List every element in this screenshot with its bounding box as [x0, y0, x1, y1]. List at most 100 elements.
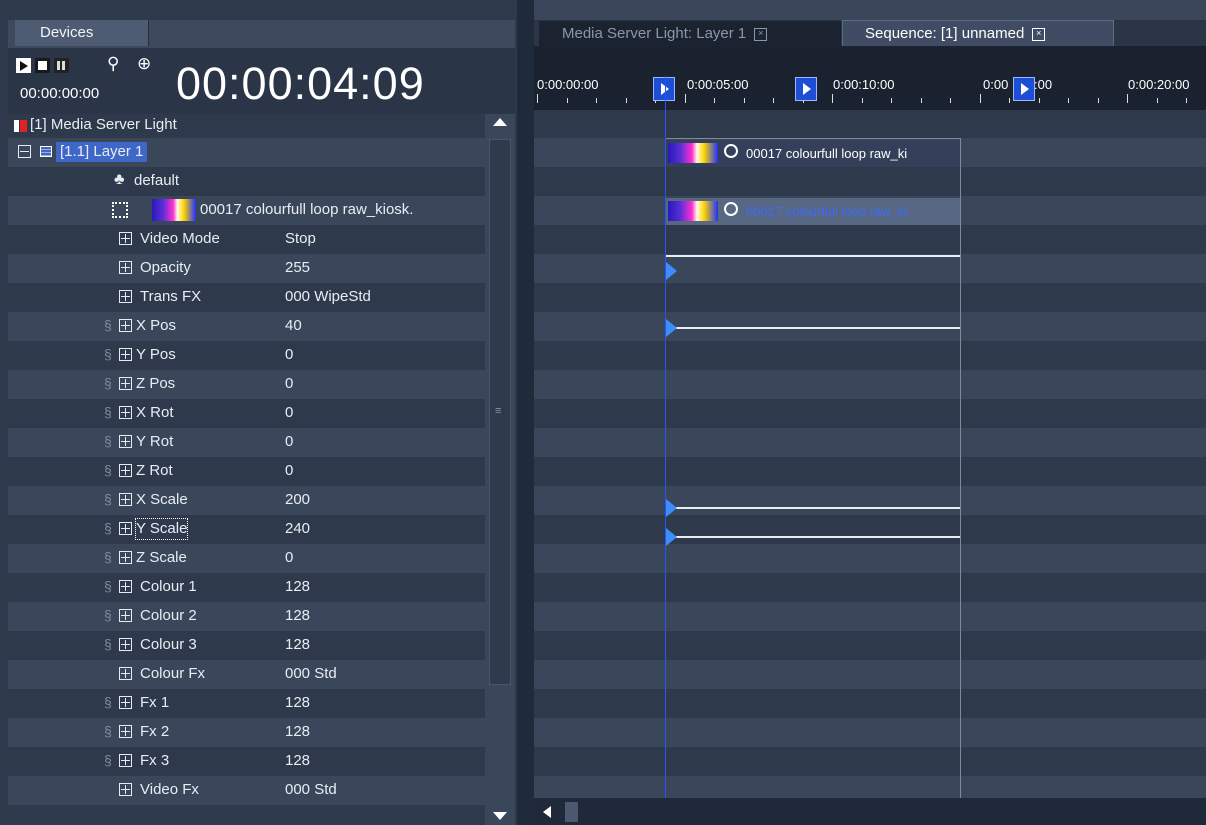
clip-track-layer[interactable]: 00017 colourfull loop raw_ki: [666, 140, 960, 167]
tree-row-y-pos[interactable]: § Y Pos 0: [8, 341, 485, 370]
property-value[interactable]: 0: [285, 403, 293, 423]
panel-splitter[interactable]: [517, 0, 534, 825]
timeline-track-row[interactable]: [534, 515, 1206, 544]
timeline-track-row[interactable]: [534, 486, 1206, 515]
property-value[interactable]: 128: [285, 722, 310, 742]
tree-row-colour-fx[interactable]: Colour Fx 000 Std: [8, 660, 485, 689]
timeline-track-row[interactable]: [534, 254, 1206, 283]
timeline-track-row[interactable]: [534, 428, 1206, 457]
tree-row-x-rot[interactable]: § X Rot 0: [8, 399, 485, 428]
property-value[interactable]: 0: [285, 548, 293, 568]
cue-marker[interactable]: [1013, 77, 1035, 101]
tree-row-colour-1[interactable]: § Colour 1 128: [8, 573, 485, 602]
expand-icon[interactable]: [119, 783, 132, 796]
close-icon[interactable]: ×: [754, 27, 768, 41]
expand-icon[interactable]: [119, 551, 132, 564]
expand-icon[interactable]: [119, 290, 132, 303]
timeline-track-row[interactable]: [534, 602, 1206, 631]
timeline-track-row[interactable]: [534, 341, 1206, 370]
expand-icon[interactable]: [119, 522, 132, 535]
tree-row-trans-fx[interactable]: Trans FX 000 WipeStd: [8, 283, 485, 312]
tree-row-video-fx[interactable]: Video Fx 000 Std: [8, 776, 485, 805]
close-icon[interactable]: ×: [1032, 27, 1046, 41]
timeline-track-row[interactable]: [534, 718, 1206, 747]
zoom-out-icon[interactable]: ⚲: [107, 55, 119, 72]
property-value[interactable]: 128: [285, 635, 310, 655]
property-value[interactable]: 128: [285, 577, 310, 597]
play-button[interactable]: [16, 58, 31, 73]
timeline-track-row[interactable]: [534, 167, 1206, 196]
expand-icon[interactable]: [119, 638, 132, 651]
scroll-down-icon[interactable]: [493, 812, 507, 820]
tree-row-x-pos[interactable]: § X Pos 40: [8, 312, 485, 341]
property-value[interactable]: 0: [285, 432, 293, 452]
expand-icon[interactable]: [119, 348, 132, 361]
expand-icon[interactable]: [119, 261, 132, 274]
expand-icon[interactable]: [119, 609, 132, 622]
tree-row-fx-1[interactable]: § Fx 1 128: [8, 689, 485, 718]
expand-icon[interactable]: [119, 725, 132, 738]
stop-button[interactable]: [35, 58, 50, 73]
keyframe-marker[interactable]: [666, 499, 677, 517]
timeline-track-row[interactable]: [534, 660, 1206, 689]
cue-marker[interactable]: [795, 77, 817, 101]
property-value[interactable]: 240: [285, 519, 310, 539]
tree-row-colour-3[interactable]: § Colour 3 128: [8, 631, 485, 660]
timeline-track-row[interactable]: [534, 225, 1206, 254]
timeline-track-row[interactable]: [534, 747, 1206, 776]
timeline-track-row[interactable]: [534, 544, 1206, 573]
tree-row-media-clip[interactable]: 00017 colourfull loop raw_kiosk.: [8, 196, 485, 225]
expand-icon[interactable]: [119, 464, 132, 477]
tree-row-colour-2[interactable]: § Colour 2 128: [8, 602, 485, 631]
property-value[interactable]: 128: [285, 693, 310, 713]
timeline-track-row[interactable]: [534, 110, 1206, 138]
property-value[interactable]: Stop: [285, 229, 316, 249]
tree-row-z-pos[interactable]: § Z Pos 0: [8, 370, 485, 399]
tree-row-z-scale[interactable]: § Z Scale 0: [8, 544, 485, 573]
expand-icon[interactable]: [119, 406, 132, 419]
expand-icon[interactable]: [119, 493, 132, 506]
expand-icon[interactable]: [119, 696, 132, 709]
timeline-scrollbar-thumb[interactable]: [565, 802, 578, 822]
keyframe-marker[interactable]: [666, 528, 677, 546]
tree-row-fx-2[interactable]: § Fx 2 128: [8, 718, 485, 747]
timeline-track-row[interactable]: [534, 399, 1206, 428]
pause-button[interactable]: [54, 58, 69, 73]
property-value[interactable]: 0: [285, 345, 293, 365]
keyframe-marker[interactable]: [666, 319, 677, 337]
property-value[interactable]: 000 Std: [285, 780, 337, 800]
tab-sequence[interactable]: Sequence: [1] unnamed ×: [842, 20, 1114, 47]
timeline-track-row[interactable]: [534, 631, 1206, 660]
tree-row-z-rot[interactable]: § Z Rot 0: [8, 457, 485, 486]
scroll-left-icon[interactable]: [543, 806, 551, 818]
zoom-in-icon[interactable]: ⊕: [137, 55, 151, 72]
timeline-track-row[interactable]: [534, 370, 1206, 399]
timeline-track-row[interactable]: [534, 573, 1206, 602]
property-value[interactable]: 128: [285, 606, 310, 626]
expand-icon[interactable]: [119, 667, 132, 680]
tree-row-video-mode[interactable]: Video Mode Stop: [8, 225, 485, 254]
tree-row-x-scale[interactable]: § X Scale 200: [8, 486, 485, 515]
expand-icon[interactable]: [119, 580, 132, 593]
timeline-track-row[interactable]: [534, 457, 1206, 486]
property-value[interactable]: 0: [285, 374, 293, 394]
tree-row-y-rot[interactable]: § Y Rot 0: [8, 428, 485, 457]
tree-row-default[interactable]: ♣ default: [8, 167, 485, 196]
timeline-track-row[interactable]: [534, 283, 1206, 312]
property-value[interactable]: 255: [285, 258, 310, 278]
property-value[interactable]: 000 WipeStd: [285, 287, 371, 307]
tree-row-y-scale[interactable]: § Y Scale 240: [8, 515, 485, 544]
device-row[interactable]: [1] Media Server Light: [8, 114, 485, 138]
property-value[interactable]: 0: [285, 461, 293, 481]
expand-icon[interactable]: [119, 754, 132, 767]
property-value[interactable]: 000 Std: [285, 664, 337, 684]
property-value[interactable]: 200: [285, 490, 310, 510]
tree-row-layer[interactable]: [1.1] Layer 1: [8, 138, 485, 167]
devices-tab[interactable]: Devices: [15, 20, 149, 46]
timeline-track-row[interactable]: [534, 689, 1206, 718]
expand-icon[interactable]: [119, 377, 132, 390]
tab-media-server-layer[interactable]: Media Server Light: Layer 1 ×: [539, 21, 841, 46]
expand-icon[interactable]: [119, 232, 132, 245]
keyframe-marker[interactable]: [666, 262, 677, 280]
tree-row-fx-3[interactable]: § Fx 3 128: [8, 747, 485, 776]
